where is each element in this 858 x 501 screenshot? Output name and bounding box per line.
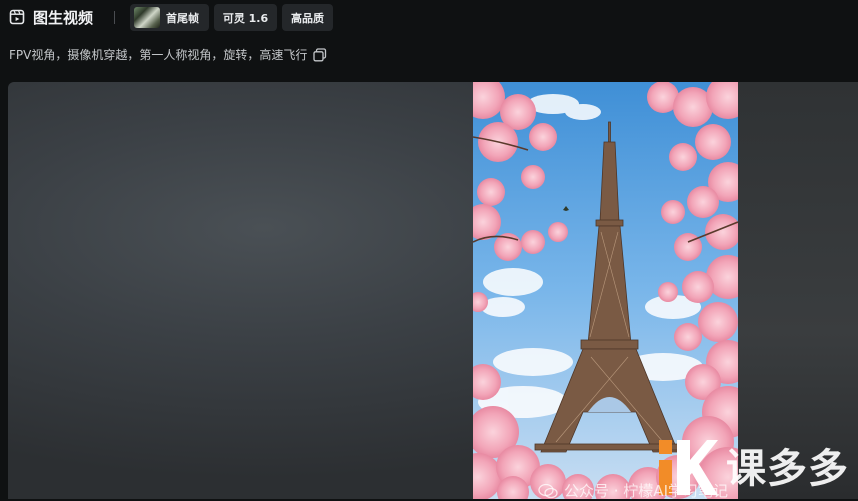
- frame-thumbnail: [134, 7, 160, 28]
- quality-chip[interactable]: 高品质: [282, 4, 333, 31]
- brand-watermark: 课多多: [726, 446, 849, 492]
- copy-icon[interactable]: [313, 47, 327, 62]
- prompt-text: FPV视角，摄像机穿越，第一人称视角，旋转，高速飞行: [9, 48, 308, 62]
- prompt-row: FPV视角，摄像机穿越，第一人称视角，旋转，高速飞行: [9, 46, 327, 63]
- video-frame-icon: [9, 9, 25, 25]
- eiffel-tower-image: [473, 82, 738, 499]
- wechat-text: 公众号 · 柠檬AI学习笔记: [564, 482, 728, 500]
- wechat-icon: [538, 483, 558, 498]
- frame-mode-label: 首尾帧: [166, 11, 199, 25]
- model-label: 可灵 1.6: [222, 11, 269, 25]
- wechat-watermark: 公众号 · 柠檬AI学习笔记: [538, 480, 728, 501]
- frame-mode-chip[interactable]: 首尾帧: [130, 4, 209, 31]
- header-bar: 图生视频 首尾帧 可灵 1.6 高品质: [0, 0, 858, 38]
- page-title: 图生视频: [33, 9, 94, 27]
- quality-label: 高品质: [291, 11, 324, 25]
- model-chip[interactable]: 可灵 1.6: [214, 4, 277, 31]
- header-divider: [114, 11, 115, 24]
